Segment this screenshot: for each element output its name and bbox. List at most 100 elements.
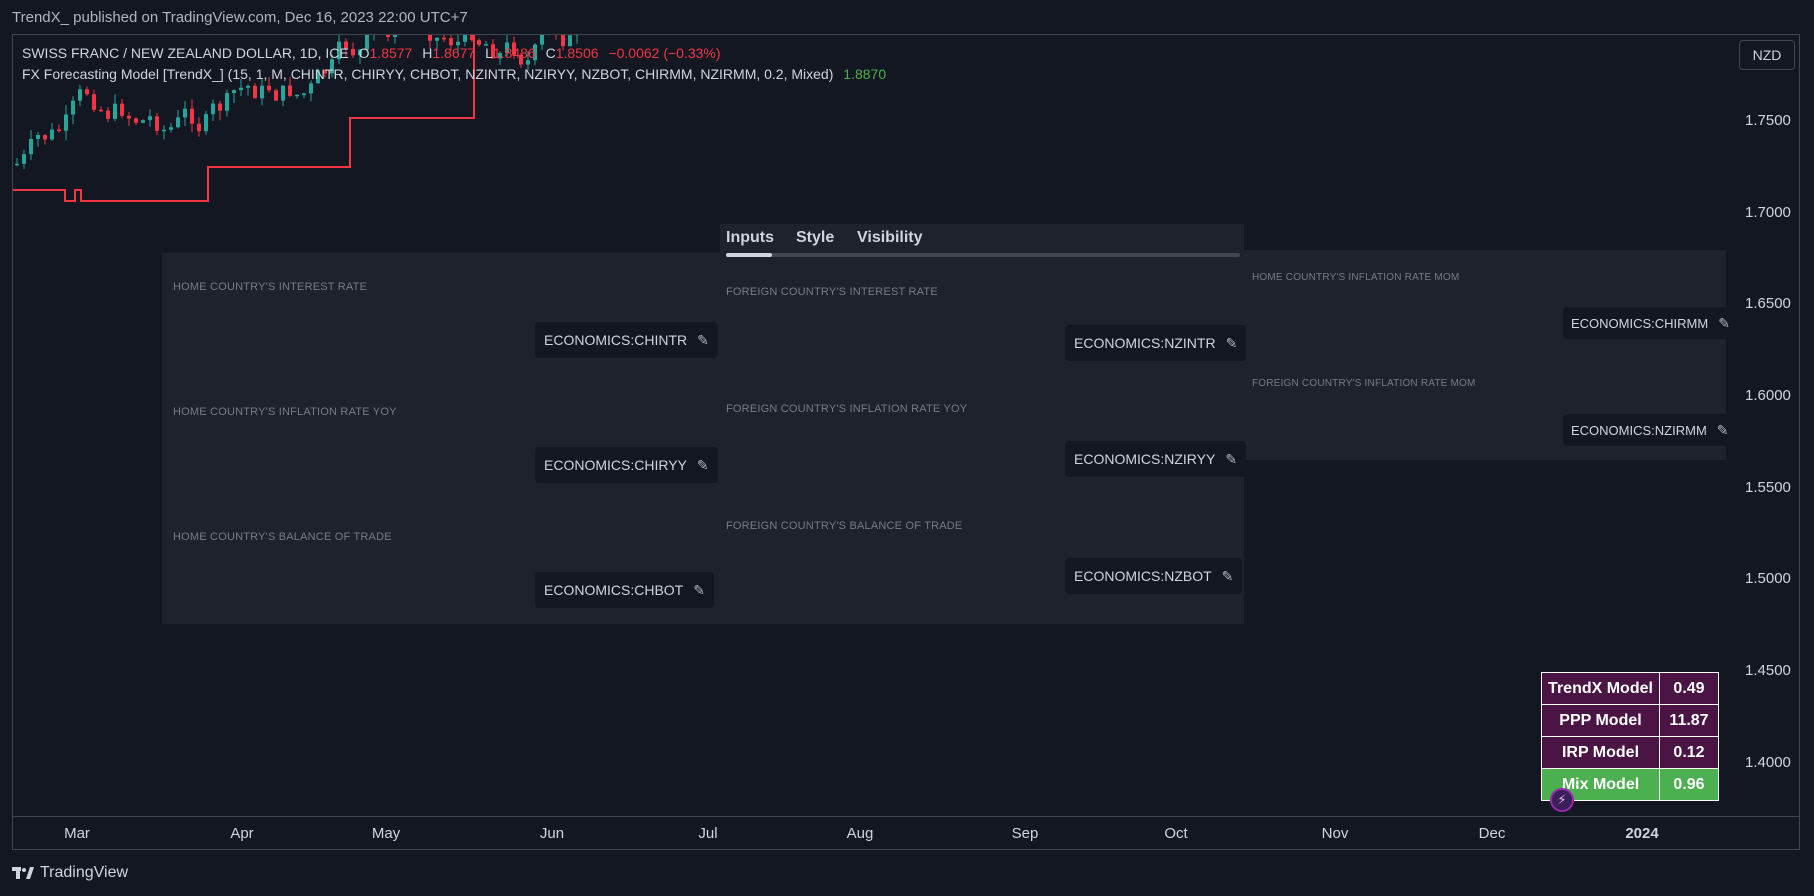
lightning-bolt-icon[interactable]: ⚡ [1550, 788, 1574, 812]
edit-pencil-icon[interactable]: ✎ [697, 332, 709, 349]
candle-body [295, 94, 299, 97]
brand-label: TradingView [40, 864, 129, 881]
candle-body [435, 37, 439, 41]
candle-body [225, 93, 229, 111]
candle-body [134, 118, 138, 123]
time-tick: 2024 [1625, 825, 1659, 842]
candle-body [36, 135, 40, 139]
symbol-value: ECONOMICS:NZINTR [1074, 335, 1216, 351]
price-tick: 1.6500 [1745, 295, 1791, 312]
time-tick: May [371, 825, 401, 842]
model-value: 0.12 [1659, 736, 1719, 769]
model-table: TrendX Model 0.49 PPP Model 11.87 IRP Mo… [1541, 672, 1719, 801]
symbol-value: ECONOMICS:NZBOT [1074, 568, 1212, 584]
table-row: PPP Model 11.87 [1541, 704, 1719, 737]
candle-body [281, 85, 285, 101]
foreign-inflation-mom-symbol[interactable]: ECONOMICS:NZIRMM ✎ [1563, 414, 1737, 446]
candle-body [260, 85, 264, 99]
table-row: TrendX Model 0.49 [1541, 672, 1719, 705]
currency-button[interactable]: NZD [1739, 40, 1795, 70]
price-tick: 1.7000 [1745, 204, 1791, 221]
edit-pencil-icon[interactable]: ✎ [1718, 315, 1730, 332]
price-tick: 1.6000 [1745, 387, 1791, 404]
symbol-legend[interactable]: SWISS FRANC / NEW ZEALAND DOLLAR, 1D, IC… [22, 45, 721, 61]
candle-body [106, 110, 110, 119]
candle-body [246, 85, 250, 88]
edit-pencil-icon[interactable]: ✎ [1222, 568, 1234, 585]
candle-body [183, 108, 187, 118]
home-balance-trade-label: HOME COUNTRY'S BALANCE OF TRADE [173, 531, 392, 543]
close-value: 1.8506 [555, 45, 599, 61]
foreign-interest-rate-symbol[interactable]: ECONOMICS:NZINTR ✎ [1065, 325, 1247, 361]
edit-pencil-icon[interactable]: ✎ [697, 457, 709, 474]
candle-body [232, 90, 236, 94]
tradingview-brand[interactable]: TradingView [12, 864, 128, 882]
time-axis-divider [12, 816, 1800, 817]
candle-body [57, 129, 61, 132]
candle-body [50, 129, 54, 140]
indicator-legend[interactable]: FX Forecasting Model [TrendX_] (15, 1, M… [22, 66, 886, 82]
symbol-value: ECONOMICS:CHIRMM [1571, 315, 1709, 331]
time-tick: Dec [1478, 825, 1506, 842]
candle-body [120, 103, 124, 116]
home-inflation-yoy-label: HOME COUNTRY'S INFLATION RATE YOY [173, 406, 397, 418]
price-tick: 1.4000 [1745, 754, 1791, 771]
foreign-inflation-yoy-symbol[interactable]: ECONOMICS:NZIRYY ✎ [1065, 441, 1247, 477]
candle-body [29, 138, 33, 155]
tab-visibility[interactable]: Visibility [857, 229, 923, 247]
tab-style[interactable]: Style [796, 229, 834, 247]
candle-body [141, 120, 145, 123]
time-tick: Apr [230, 825, 254, 842]
low-value: 1.8486 [492, 45, 536, 61]
candle-body [463, 35, 467, 42]
tradingview-logo-icon [12, 867, 34, 879]
time-tick: Oct [1164, 825, 1188, 842]
foreign-balance-trade-symbol[interactable]: ECONOMICS:NZBOT ✎ [1065, 558, 1243, 594]
candle-body [64, 114, 68, 131]
foreign-balance-trade-label: FOREIGN COUNTRY'S BALANCE OF TRADE [726, 520, 963, 532]
time-tick: Nov [1321, 825, 1349, 842]
candle-body [127, 115, 131, 119]
candle-body [197, 123, 201, 132]
candle-body [274, 90, 278, 101]
candle-body [43, 135, 47, 140]
home-balance-trade-symbol[interactable]: ECONOMICS:CHBOT ✎ [535, 572, 714, 608]
home-inflation-mom-label: HOME COUNTRY'S INFLATION RATE MOM [1252, 272, 1460, 283]
foreign-inflation-mom-label: FOREIGN COUNTRY'S INFLATION RATE MOM [1252, 378, 1476, 389]
candle-body [169, 127, 173, 130]
edit-pencil-icon[interactable]: ✎ [1225, 451, 1237, 468]
candle-body [204, 114, 208, 132]
candle-body [288, 85, 292, 96]
time-tick: Aug [846, 825, 874, 842]
home-interest-rate-symbol[interactable]: ECONOMICS:CHINTR ✎ [535, 322, 718, 358]
home-inflation-yoy-symbol[interactable]: ECONOMICS:CHIRYY ✎ [535, 447, 718, 483]
model-value: 0.96 [1659, 768, 1719, 801]
candle-body [148, 116, 152, 121]
candle-body [218, 103, 222, 111]
candle-body [99, 109, 103, 112]
edit-pencil-icon[interactable]: ✎ [1717, 422, 1729, 439]
home-inflation-mom-symbol[interactable]: ECONOMICS:CHIRMM ✎ [1563, 307, 1738, 339]
candle-body [386, 35, 390, 37]
change-value: −0.0062 (−0.33%) [608, 45, 721, 61]
model-name: IRP Model [1541, 736, 1660, 769]
symbol-value: ECONOMICS:CHBOT [544, 582, 684, 598]
candle-body [15, 163, 19, 166]
high-value: 1.8677 [432, 45, 476, 61]
tab-inputs[interactable]: Inputs [726, 229, 774, 247]
model-name: TrendX Model [1541, 672, 1660, 705]
high-label: H [422, 45, 433, 61]
candle-body [267, 85, 271, 91]
time-tick: Jun [539, 825, 565, 842]
edit-pencil-icon[interactable]: ✎ [693, 582, 705, 599]
candle-body [540, 35, 544, 45]
edit-pencil-icon[interactable]: ✎ [1226, 335, 1238, 352]
publisher-line: TrendX_ published on TradingView.com, De… [12, 9, 468, 26]
home-inputs-panel [162, 253, 724, 624]
price-tick: 1.7500 [1745, 112, 1791, 129]
symbol-title: SWISS FRANC / NEW ZEALAND DOLLAR, 1D, IC… [22, 45, 349, 61]
candle-body [71, 100, 75, 115]
price-tick: 1.5000 [1745, 570, 1791, 587]
home-interest-rate-label: HOME COUNTRY'S INTEREST RATE [173, 281, 368, 293]
foreign-inflation-yoy-label: FOREIGN COUNTRY'S INFLATION RATE YOY [726, 403, 968, 415]
